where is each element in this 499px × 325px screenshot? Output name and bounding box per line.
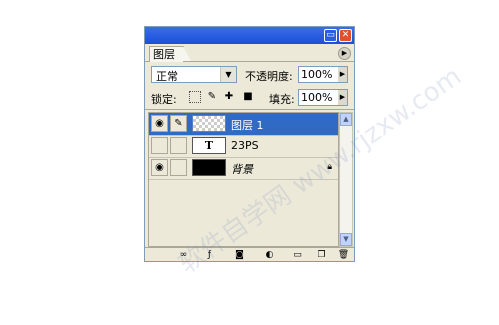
opacity-label: 不透明度: [245,70,293,83]
layer-scrollbar[interactable]: ▲ ▼ [339,112,353,247]
link-toggle[interactable] [170,159,187,176]
layer-name[interactable]: 背景 [231,161,253,177]
layer-row-3[interactable]: ◉ 背景 🔒︎ [149,157,338,180]
link-layers-icon[interactable]: ∞ [177,250,190,261]
blend-mode-select[interactable]: 正常 ▼ [151,66,237,83]
tab-slant [183,46,191,61]
tab-layers-label: 图层 [153,48,175,61]
lock-pixels-icon[interactable]: ✎ [206,91,218,103]
visibility-toggle[interactable] [151,137,168,154]
close-icon[interactable]: ✕ [339,29,352,42]
layer-style-icon[interactable]: ƒ [203,250,216,261]
panel-titlebar[interactable]: ▭ ✕ [145,27,354,44]
layer-name[interactable]: 23PS [231,139,259,152]
layer-thumbnail[interactable] [192,159,226,176]
lock-label: 锁定: [151,93,177,106]
minimize-icon[interactable]: ▭ [324,29,337,42]
fill-value: 100% [301,91,333,104]
new-layer-icon[interactable]: ❐ [315,250,328,261]
layer-row-2[interactable]: T 23PS [149,135,338,158]
layer-list: ◉ ✎ 图层 1 T 23PS ◉ 背景 🔒︎ [148,112,339,247]
panel-menu-icon[interactable]: ▶ [338,47,351,60]
layers-panel: ▭ ✕ 图层 ▶ 正常 ▼ 不透明度: 100% ▶ 锁定: ✎ ✚ ■ 填充:… [144,26,355,262]
tab-layers[interactable]: 图层 [149,46,184,62]
eye-icon[interactable]: ◉ [151,115,168,132]
lock-all-icon[interactable]: ■ [242,91,254,103]
chevron-down-icon[interactable]: ▼ [220,67,236,82]
scroll-down-icon[interactable]: ▼ [340,233,352,246]
layer-thumbnail[interactable] [192,115,226,132]
blend-row: 正常 ▼ 不透明度: 100% ▶ [145,64,354,86]
link-toggle[interactable] [170,137,187,154]
new-group-icon[interactable]: ▭ [291,250,304,261]
lock-icon: 🔒︎ [327,162,332,172]
adjustment-layer-icon[interactable]: ◐ [263,250,276,261]
layer-row-1[interactable]: ◉ ✎ 图层 1 [149,113,338,136]
brush-icon[interactable]: ✎ [170,115,187,132]
lock-transparency-icon[interactable] [189,91,201,103]
tab-row: 图层 ▶ [145,44,354,62]
scroll-up-icon[interactable]: ▲ [340,113,352,126]
blend-mode-value: 正常 [156,70,178,83]
fill-field[interactable]: 100% ▶ [298,89,348,106]
lock-row: 锁定: ✎ ✚ ■ 填充: 100% ▶ [145,87,354,110]
trash-icon[interactable]: 🗑︎ [337,250,350,261]
fill-label: 填充: [269,93,295,106]
panel-bottom-bar: ∞ ƒ ◙ ◐ ▭ ❐ 🗑︎ [145,247,354,263]
lock-position-icon[interactable]: ✚ [223,91,235,103]
text-layer-thumbnail[interactable]: T [192,137,226,154]
layer-name[interactable]: 图层 1 [231,117,264,133]
eye-icon[interactable]: ◉ [151,159,168,176]
opacity-arrow-icon[interactable]: ▶ [338,67,347,82]
opacity-field[interactable]: 100% ▶ [298,66,348,83]
opacity-value: 100% [301,68,333,81]
fill-arrow-icon[interactable]: ▶ [338,90,347,105]
layer-mask-icon[interactable]: ◙ [233,250,246,261]
